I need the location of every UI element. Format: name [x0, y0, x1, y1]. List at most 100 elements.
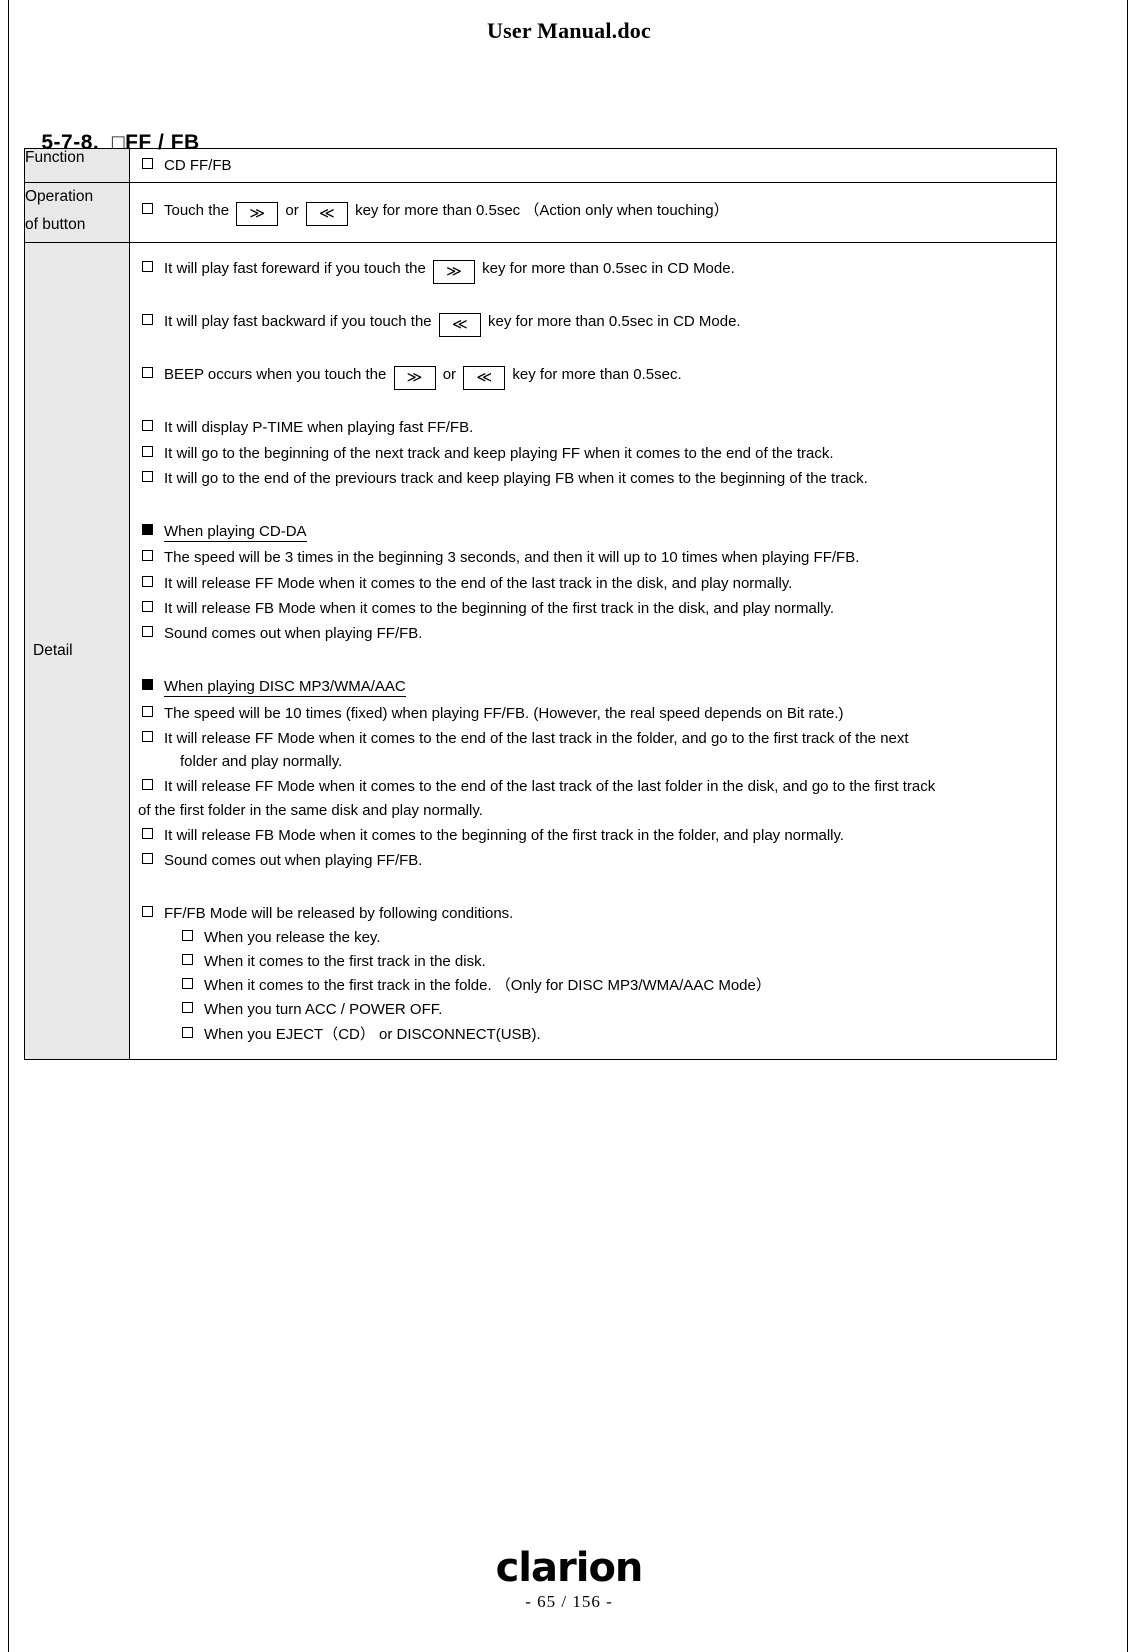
- list-item-label: The speed will be 10 times (fixed) when …: [164, 704, 844, 722]
- beep-or: or: [442, 366, 457, 384]
- checkbox-icon: [142, 626, 153, 637]
- list-item-label: It will go to the beginning of the next …: [164, 444, 834, 462]
- clarion-logo: clarion: [495, 1545, 644, 1591]
- checkbox-icon: [142, 600, 153, 612]
- checkbox-icon: [142, 906, 153, 918]
- key-fb-icon: ≪: [463, 366, 506, 391]
- group-heading-label: When playing DISC MP3/WMA/AAC: [164, 678, 406, 698]
- list-item-label: It will release FF Mode when it comes to…: [164, 574, 793, 592]
- sub-list-item-label: When it comes to the first track in the …: [204, 977, 771, 995]
- group-heading-mp3: When playing DISC MP3/WMA/AAC: [138, 675, 1048, 698]
- checkbox-icon: [142, 203, 153, 215]
- checkbox-icon: [182, 1002, 193, 1014]
- list-item-label: It will release FF Mode when it comes to…: [164, 778, 936, 796]
- vertical-spacer: [138, 872, 1048, 902]
- checkbox-icon: [142, 853, 153, 864]
- page-border-right: [1127, 0, 1128, 1652]
- detail-ff-prefix: It will play fast foreward if you touch …: [164, 260, 426, 278]
- list-item: The speed will be 3 times in the beginni…: [138, 546, 1048, 569]
- checkbox-icon: [142, 158, 153, 169]
- row-label-operation-line2: of button: [25, 215, 86, 233]
- group-heading-label: When playing CD-DA: [164, 523, 307, 542]
- list-item: It will go to the beginning of the next …: [138, 442, 1048, 465]
- row-label-operation: Operation of button: [24, 182, 130, 244]
- list-item: It will release FF Mode when it comes to…: [138, 727, 1048, 750]
- spec-table: Function CD FF/FB Operation of button To…: [24, 147, 1057, 1060]
- checkbox-icon: [142, 445, 153, 457]
- checkbox-icon: [182, 953, 193, 965]
- list-item: Touch the ≫ or ≪ key for more than 0.5se…: [138, 199, 1048, 227]
- list-item: Sound comes out when playing FF/FB.: [138, 849, 1048, 872]
- key-ff-icon: ≫: [393, 366, 436, 391]
- key-fb-icon: ≪: [438, 313, 481, 338]
- page-number: - 65 / 156 -: [525, 1592, 613, 1611]
- list-item-label: The speed will be 3 times in the beginni…: [164, 549, 860, 567]
- list-item-label: It will display P-TIME when playing fast…: [164, 419, 474, 437]
- list-item: It will release FB Mode when it comes to…: [138, 597, 1048, 620]
- list-item-label: It will release FF Mode when it comes to…: [164, 729, 909, 747]
- list-item-continuation: folder and play normally.: [180, 753, 343, 770]
- checkbox-icon: [182, 978, 193, 990]
- table-row-operation: Operation of button Touch the ≫ or ≪ key…: [24, 182, 1057, 244]
- key-fb-icon: ≪: [305, 202, 348, 227]
- list-item-label: Sound comes out when playing FF/FB.: [164, 625, 423, 642]
- key-ff-icon: ≫: [432, 260, 475, 285]
- list-item: It will display P-TIME when playing fast…: [138, 416, 1048, 439]
- list-item: BEEP occurs when you touch the ≫ or ≪ ke…: [138, 363, 1048, 391]
- filled-square-icon: [142, 679, 153, 691]
- checkbox-icon: [142, 470, 153, 482]
- row-label-function: Function: [24, 147, 130, 184]
- detail-fb-suffix: key for more than 0.5sec in CD Mode.: [487, 313, 741, 331]
- checkbox-icon: [142, 779, 153, 791]
- group-heading-cdda: When playing CD-DA: [138, 520, 1048, 543]
- operation-prefix: Touch the: [164, 202, 230, 220]
- list-item-label: It will go to the end of the previours t…: [164, 469, 868, 487]
- checkbox-icon: [142, 827, 153, 839]
- page-footer: clarion - 65 / 156 -: [0, 1548, 1138, 1612]
- operation-instruction: Touch the ≫ or ≪ key for more than 0.5se…: [164, 202, 729, 227]
- sub-list-item: When it comes to the first track in the …: [138, 950, 1048, 974]
- list-item-label: CD FF/FB: [164, 157, 232, 174]
- checkbox-icon: [142, 261, 153, 273]
- checkbox-icon: [142, 575, 153, 587]
- checkbox-icon: [182, 929, 193, 941]
- row-body-operation: Touch the ≫ or ≪ key for more than 0.5se…: [129, 182, 1057, 244]
- list-item: It will go to the end of the previours t…: [138, 467, 1048, 490]
- list-item: It will release FB Mode when it comes to…: [138, 824, 1048, 847]
- sub-list-item-label: When you turn ACC / POWER OFF.: [204, 1001, 443, 1019]
- row-body-function: CD FF/FB: [129, 147, 1057, 184]
- checkbox-icon: [142, 730, 153, 742]
- checkbox-icon: [142, 314, 153, 326]
- row-label-detail: Detail: [24, 242, 130, 1060]
- detail-fb-prefix: It will play fast backward if you touch …: [164, 313, 432, 331]
- table-row-function: Function CD FF/FB: [24, 147, 1057, 184]
- list-item: CD FF/FB: [138, 154, 1048, 177]
- sub-list-item: When you turn ACC / POWER OFF.: [138, 998, 1048, 1022]
- filled-square-icon: [142, 524, 153, 535]
- list-item: It will play fast foreward if you touch …: [138, 257, 1048, 285]
- list-item: FF/FB Mode will be released by following…: [138, 902, 1048, 925]
- list-item: Sound comes out when playing FF/FB.: [138, 622, 1048, 645]
- sub-list-item: When it comes to the first track in the …: [138, 974, 1048, 998]
- list-item-continuation: of the first folder in the same disk and…: [138, 801, 483, 819]
- checkbox-icon: [142, 367, 153, 379]
- document-page: User Manual.doc 5-7-8. □FF / FB Function…: [0, 0, 1138, 1652]
- sub-list-item-label: When you EJECT（CD） or DISCONNECT(USB).: [204, 1025, 541, 1043]
- list-item: The speed will be 10 times (fixed) when …: [138, 702, 1048, 725]
- checkbox-icon: [142, 705, 153, 717]
- sub-list-item-label: When you release the key.: [204, 928, 381, 946]
- sub-list-item: When you release the key.: [138, 926, 1048, 950]
- key-ff-icon: ≫: [236, 202, 279, 227]
- list-item-label: Sound comes out when playing FF/FB.: [164, 852, 423, 869]
- table-row-detail: Detail It will play fast foreward if you…: [24, 242, 1057, 1060]
- list-item-label: It will release FB Mode when it comes to…: [164, 599, 835, 617]
- detail-ff-suffix: key for more than 0.5sec in CD Mode.: [482, 260, 735, 278]
- list-item-label: It will release FB Mode when it comes to…: [164, 826, 845, 844]
- beep-suffix: key for more than 0.5sec.: [512, 366, 682, 384]
- checkbox-icon: [142, 550, 153, 562]
- row-label-operation-line1: Operation: [25, 188, 94, 206]
- page-border-left: [8, 0, 9, 1652]
- list-item: It will play fast backward if you touch …: [138, 310, 1048, 338]
- beep-prefix: BEEP occurs when you touch the: [164, 366, 387, 384]
- sub-list-item: When you EJECT（CD） or DISCONNECT(USB).: [138, 1023, 1048, 1047]
